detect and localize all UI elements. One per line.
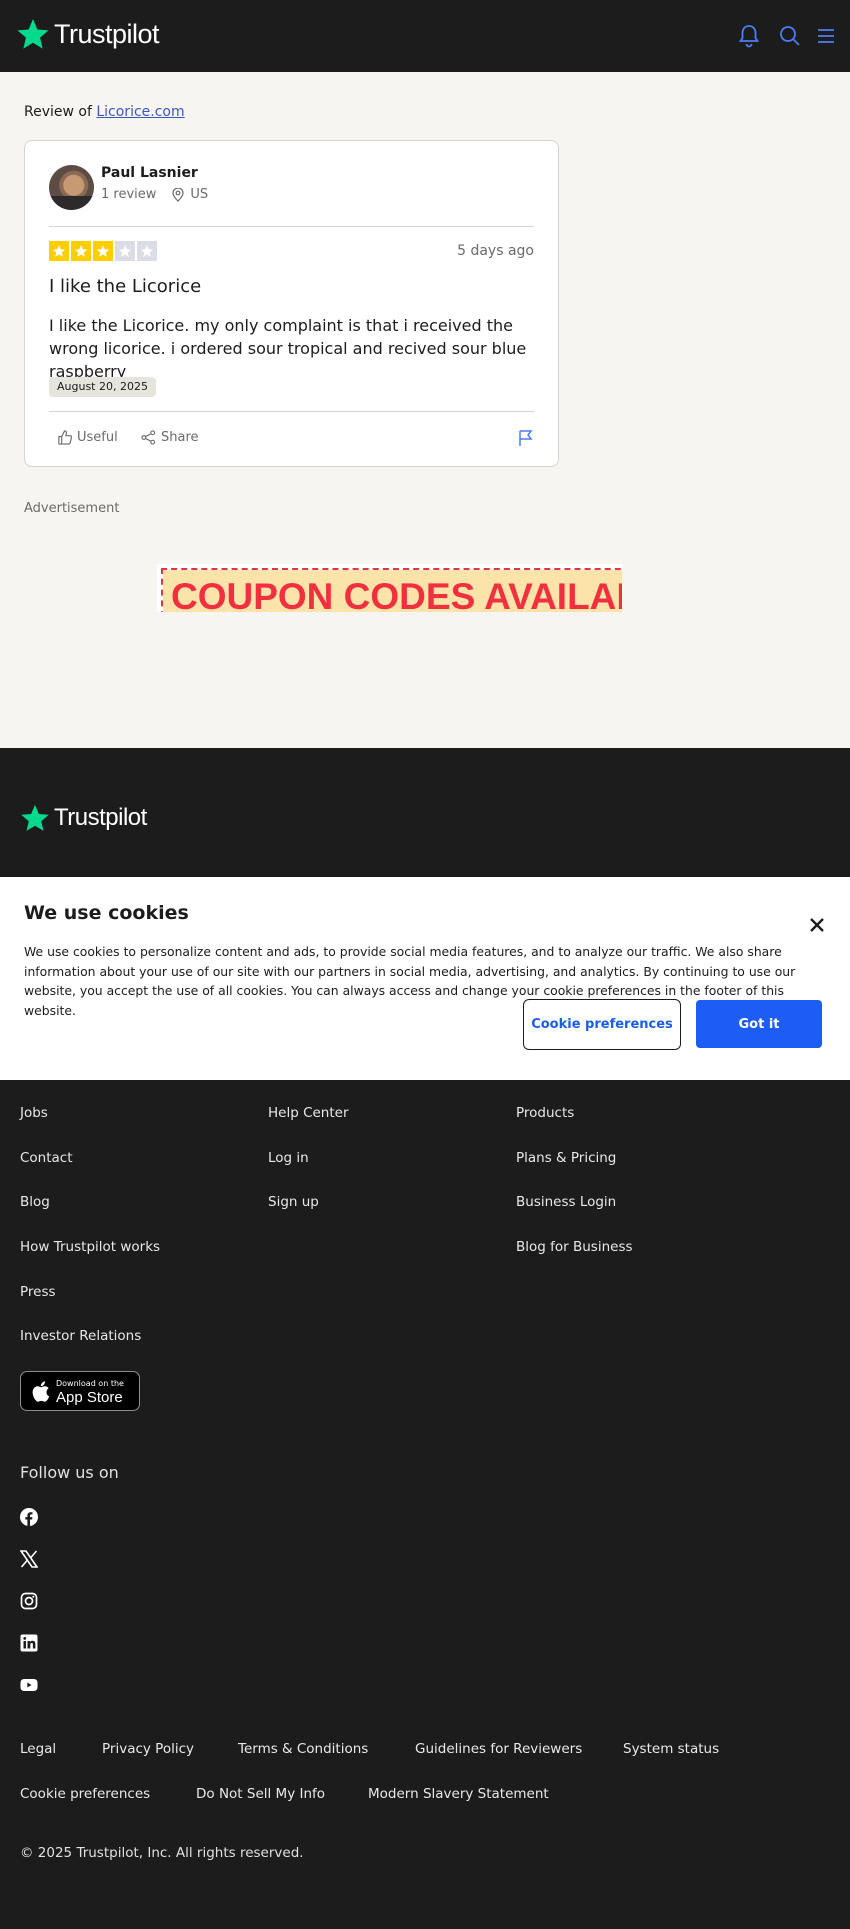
star-rating <box>49 241 157 261</box>
useful-label: Useful <box>77 430 118 445</box>
main-content: Review of Licorice.com Paul Lasnier 1 re… <box>0 72 850 748</box>
share-icon <box>141 430 156 445</box>
footer-link-do-not-sell[interactable]: Do Not Sell My Info <box>196 1786 325 1802</box>
thumbs-up-icon <box>58 430 72 445</box>
menu-icon[interactable] <box>812 22 840 50</box>
trustpilot-star-icon <box>17 19 49 49</box>
app-store-small-text: Download on the <box>56 1379 124 1388</box>
site-header: Trustpilot <box>0 0 850 72</box>
ad-banner-text: COUPON CODES AVAILABLE <box>171 576 622 612</box>
footer-link-plans-pricing[interactable]: Plans & Pricing <box>516 1150 616 1166</box>
footer-link-terms-conditions[interactable]: Terms & Conditions <box>238 1741 368 1757</box>
location-pin-icon <box>172 187 185 202</box>
useful-button[interactable]: Useful <box>57 430 118 445</box>
app-store-big-text: App Store <box>56 1389 123 1406</box>
x-icon[interactable] <box>20 1550 38 1568</box>
apple-icon <box>32 1381 50 1402</box>
trustpilot-star-icon <box>21 804 49 831</box>
follow-us-label: Follow us on <box>20 1463 119 1482</box>
footer-link-business-login[interactable]: Business Login <box>516 1194 616 1210</box>
reviewer-country: US <box>190 187 209 202</box>
review-of-prefix: Review of <box>24 104 92 120</box>
cookie-preferences-button[interactable]: Cookie preferences <box>523 999 681 1050</box>
star-empty-icon <box>115 241 135 261</box>
search-icon[interactable] <box>776 22 804 50</box>
app-store-badge[interactable]: Download on the App Store <box>20 1371 140 1411</box>
footer-link-help-center[interactable]: Help Center <box>268 1105 349 1121</box>
footer-link-log-in[interactable]: Log in <box>268 1150 309 1166</box>
footer-link-blog[interactable]: Blog <box>20 1194 50 1210</box>
review-count: 1 review <box>101 187 157 202</box>
footer-link-modern-slavery[interactable]: Modern Slavery Statement <box>368 1786 549 1802</box>
review-of-line: Review of Licorice.com <box>24 104 185 120</box>
cookie-banner: We use cookies We use cookies to persona… <box>0 877 850 1080</box>
got-it-button[interactable]: Got it <box>696 1000 822 1048</box>
star-filled-icon <box>71 241 91 261</box>
star-empty-icon <box>137 241 157 261</box>
footer-link-sign-up[interactable]: Sign up <box>268 1194 319 1210</box>
footer-link-jobs[interactable]: Jobs <box>20 1105 48 1121</box>
date-of-experience-badge: August 20, 2025 <box>49 377 156 397</box>
review-body: I like the Licorice. my only complaint i… <box>49 316 527 381</box>
logo-wordmark: Trustpilot <box>54 18 160 49</box>
footer-link-privacy-policy[interactable]: Privacy Policy <box>102 1741 194 1757</box>
reviewer-name[interactable]: Paul Lasnier <box>101 165 198 181</box>
footer-link-investor-relations[interactable]: Investor Relations <box>20 1328 141 1344</box>
share-button[interactable]: Share <box>141 430 199 445</box>
youtube-icon[interactable] <box>20 1676 38 1694</box>
footer-link-products[interactable]: Products <box>516 1105 574 1121</box>
logo-wordmark: Trustpilot <box>54 804 147 831</box>
advertisement-label: Advertisement <box>24 501 120 516</box>
footer-link-blog-for-business[interactable]: Blog for Business <box>516 1239 633 1255</box>
footer-link-how-trustpilot-works[interactable]: How Trustpilot works <box>20 1239 160 1255</box>
footer-link-cookie-preferences[interactable]: Cookie preferences <box>20 1786 150 1802</box>
footer-link-system-status[interactable]: System status <box>623 1741 719 1757</box>
avatar[interactable] <box>49 165 94 210</box>
review-date-relative: 5 days ago <box>457 243 534 259</box>
company-link[interactable]: Licorice.com <box>96 104 184 120</box>
facebook-icon[interactable] <box>20 1508 38 1526</box>
trustpilot-logo[interactable]: Trustpilot <box>16 17 160 51</box>
instagram-icon[interactable] <box>20 1592 38 1610</box>
bell-icon[interactable] <box>735 22 763 50</box>
star-filled-icon <box>93 241 113 261</box>
ad-banner[interactable]: COUPON CODES AVAILABLE <box>157 564 622 612</box>
cookie-title: We use cookies <box>24 902 189 924</box>
card-divider <box>49 226 534 227</box>
close-icon[interactable] <box>806 914 828 936</box>
footer-link-press[interactable]: Press <box>20 1284 56 1300</box>
reviewer-meta: 1 review US <box>101 187 208 202</box>
copyright-text: © 2025 Trustpilot, Inc. All rights reser… <box>20 1845 304 1861</box>
footer-logo[interactable]: Trustpilot <box>20 803 147 833</box>
footer-link-legal[interactable]: Legal <box>20 1741 56 1757</box>
star-filled-icon <box>49 241 69 261</box>
footer-link-guidelines-for-reviewers[interactable]: Guidelines for Reviewers <box>415 1741 582 1757</box>
linkedin-icon[interactable] <box>20 1634 38 1652</box>
review-title[interactable]: I like the Licorice <box>49 276 201 297</box>
share-label: Share <box>161 430 199 445</box>
card-divider <box>49 411 534 412</box>
footer-link-contact[interactable]: Contact <box>20 1150 73 1166</box>
flag-icon[interactable] <box>518 429 534 451</box>
review-card: Paul Lasnier 1 review US 5 days ago I li… <box>24 140 559 467</box>
